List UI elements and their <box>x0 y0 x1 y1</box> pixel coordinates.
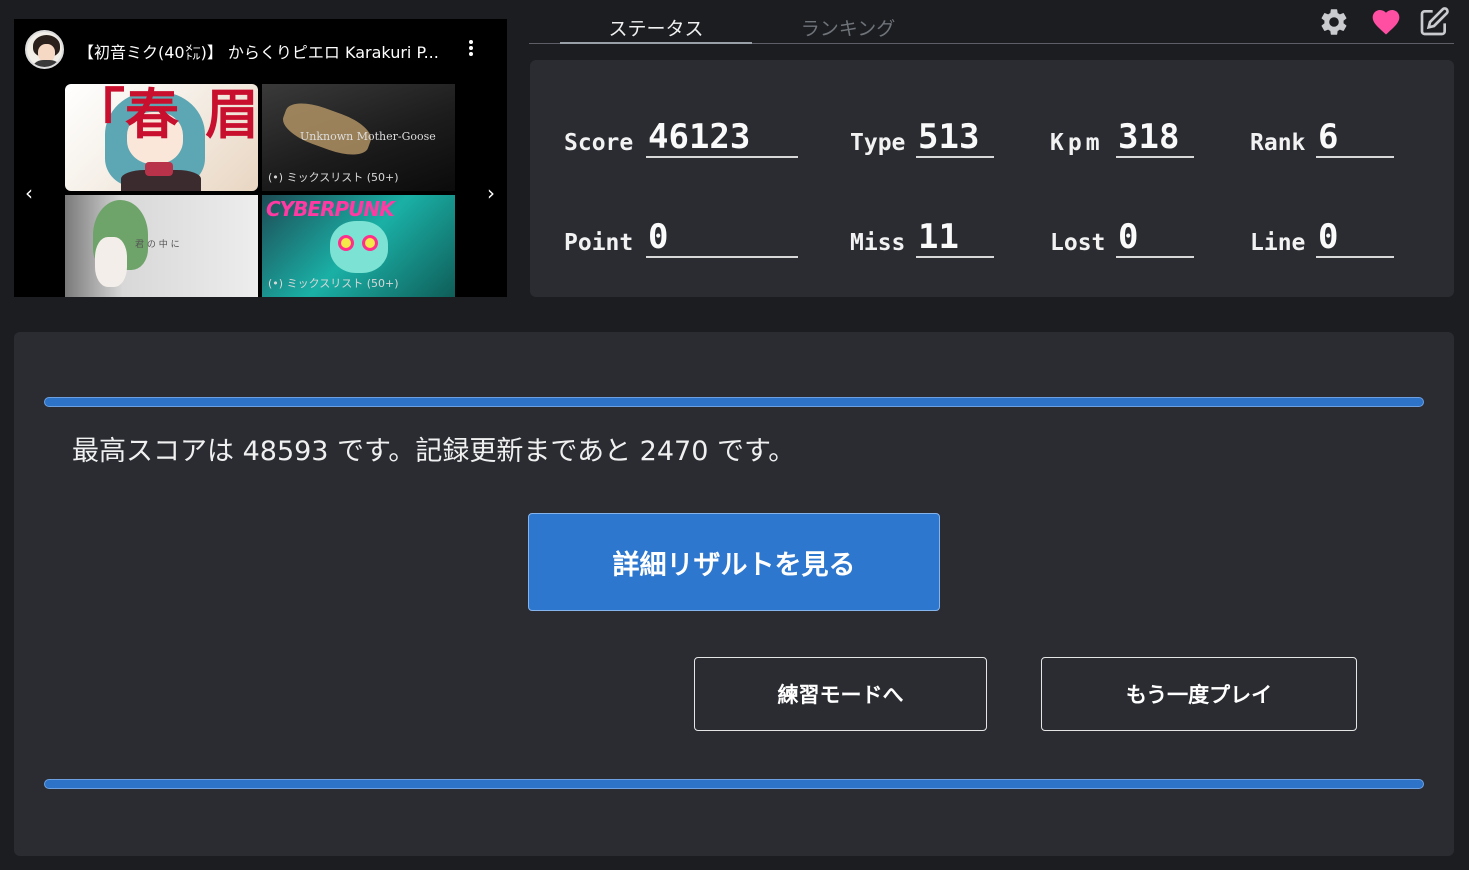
best-score-message: 最高スコアは 48593 です。記録更新まであと 2470 です。 <box>72 436 796 467</box>
stat-label: Score <box>564 130 634 156</box>
mix-playlist-thumbnail[interactable]: Unknown Mother-Goose (•) ミックスリスト (50+) <box>262 84 455 191</box>
channel-avatar[interactable] <box>25 30 64 69</box>
stat-value: 0 <box>1318 217 1339 257</box>
video-player[interactable]: 【初音ミク(40㍍)】 からくりピエロ Karakuri P... 「春 眉 U… <box>14 19 507 297</box>
stat-label: Line <box>1250 230 1306 256</box>
chevron-right-icon[interactable]: › <box>484 182 498 204</box>
stat-value: 513 <box>918 117 980 157</box>
stat-value: 46123 <box>648 117 751 157</box>
stat-line: Line 0 <box>1250 210 1396 258</box>
thumbnail-caption: 眉 <box>205 84 258 146</box>
practice-mode-button[interactable]: 練習モードへ <box>694 657 987 731</box>
thumbnail-overlay-text: Unknown Mother-Goose <box>300 130 436 143</box>
stat-score: Score 46123 <box>564 110 800 158</box>
edit-icon[interactable] <box>1418 6 1450 38</box>
play-again-button[interactable]: もう一度プレイ <box>1041 657 1357 731</box>
status-panel: Score 46123 Type 513 Kpm 318 Rank 6 Poin… <box>530 60 1454 297</box>
stat-rank: Rank 6 <box>1250 110 1396 158</box>
stat-type: Type 513 <box>850 110 996 158</box>
thumbnail-overlay-text: CYBERPUNK <box>266 197 395 221</box>
stat-label: Rank <box>1250 130 1306 156</box>
divider-bar <box>44 397 1424 407</box>
gear-icon[interactable] <box>1318 6 1350 38</box>
thumbnail-caption: 「春 <box>71 84 179 146</box>
divider-bar <box>44 779 1424 789</box>
stat-value: 11 <box>918 217 959 257</box>
playlist-thumbnail[interactable]: 「春 眉 <box>65 84 258 191</box>
tab-ranking[interactable]: ランキング <box>752 14 944 44</box>
chevron-left-icon[interactable]: ‹ <box>22 182 36 204</box>
video-title[interactable]: 【初音ミク(40㍍)】 からくりピエロ Karakuri P... <box>78 39 458 63</box>
stat-label: Lost <box>1050 230 1106 256</box>
heart-icon[interactable] <box>1370 6 1402 38</box>
thumbnail-overlay-text: 君 の 中 に <box>135 240 180 250</box>
stat-value: 0 <box>1118 217 1139 257</box>
tab-status[interactable]: ステータス <box>560 14 752 44</box>
tab-bar: ステータス ランキング <box>529 8 1454 44</box>
stat-label: Miss <box>850 230 906 256</box>
stat-label: Type <box>850 130 906 156</box>
stat-kpm: Kpm 318 <box>1050 110 1196 158</box>
stat-point: Point 0 <box>564 210 800 258</box>
stat-miss: Miss 11 <box>850 210 996 258</box>
mix-playlist-thumbnail[interactable]: CYBERPUNK (•) ミックスリスト (50+) <box>262 195 455 297</box>
stat-label: Kpm <box>1050 130 1104 156</box>
toolbar-icons <box>1318 6 1454 38</box>
playlist-thumbnail[interactable]: 君 の 中 に <box>65 195 258 297</box>
stat-value: 0 <box>648 217 669 257</box>
more-options-icon[interactable] <box>466 40 476 60</box>
result-panel: 最高スコアは 48593 です。記録更新まであと 2470 です。 詳細リザルト… <box>14 332 1454 856</box>
stat-value: 6 <box>1318 117 1339 157</box>
stat-label: Point <box>564 230 634 256</box>
mix-list-label: (•) ミックスリスト (50+) <box>268 171 399 184</box>
view-detailed-result-button[interactable]: 詳細リザルトを見る <box>528 513 940 611</box>
stat-value: 318 <box>1118 117 1180 157</box>
stat-lost: Lost 0 <box>1050 210 1196 258</box>
mix-list-label: (•) ミックスリスト (50+) <box>268 277 399 290</box>
